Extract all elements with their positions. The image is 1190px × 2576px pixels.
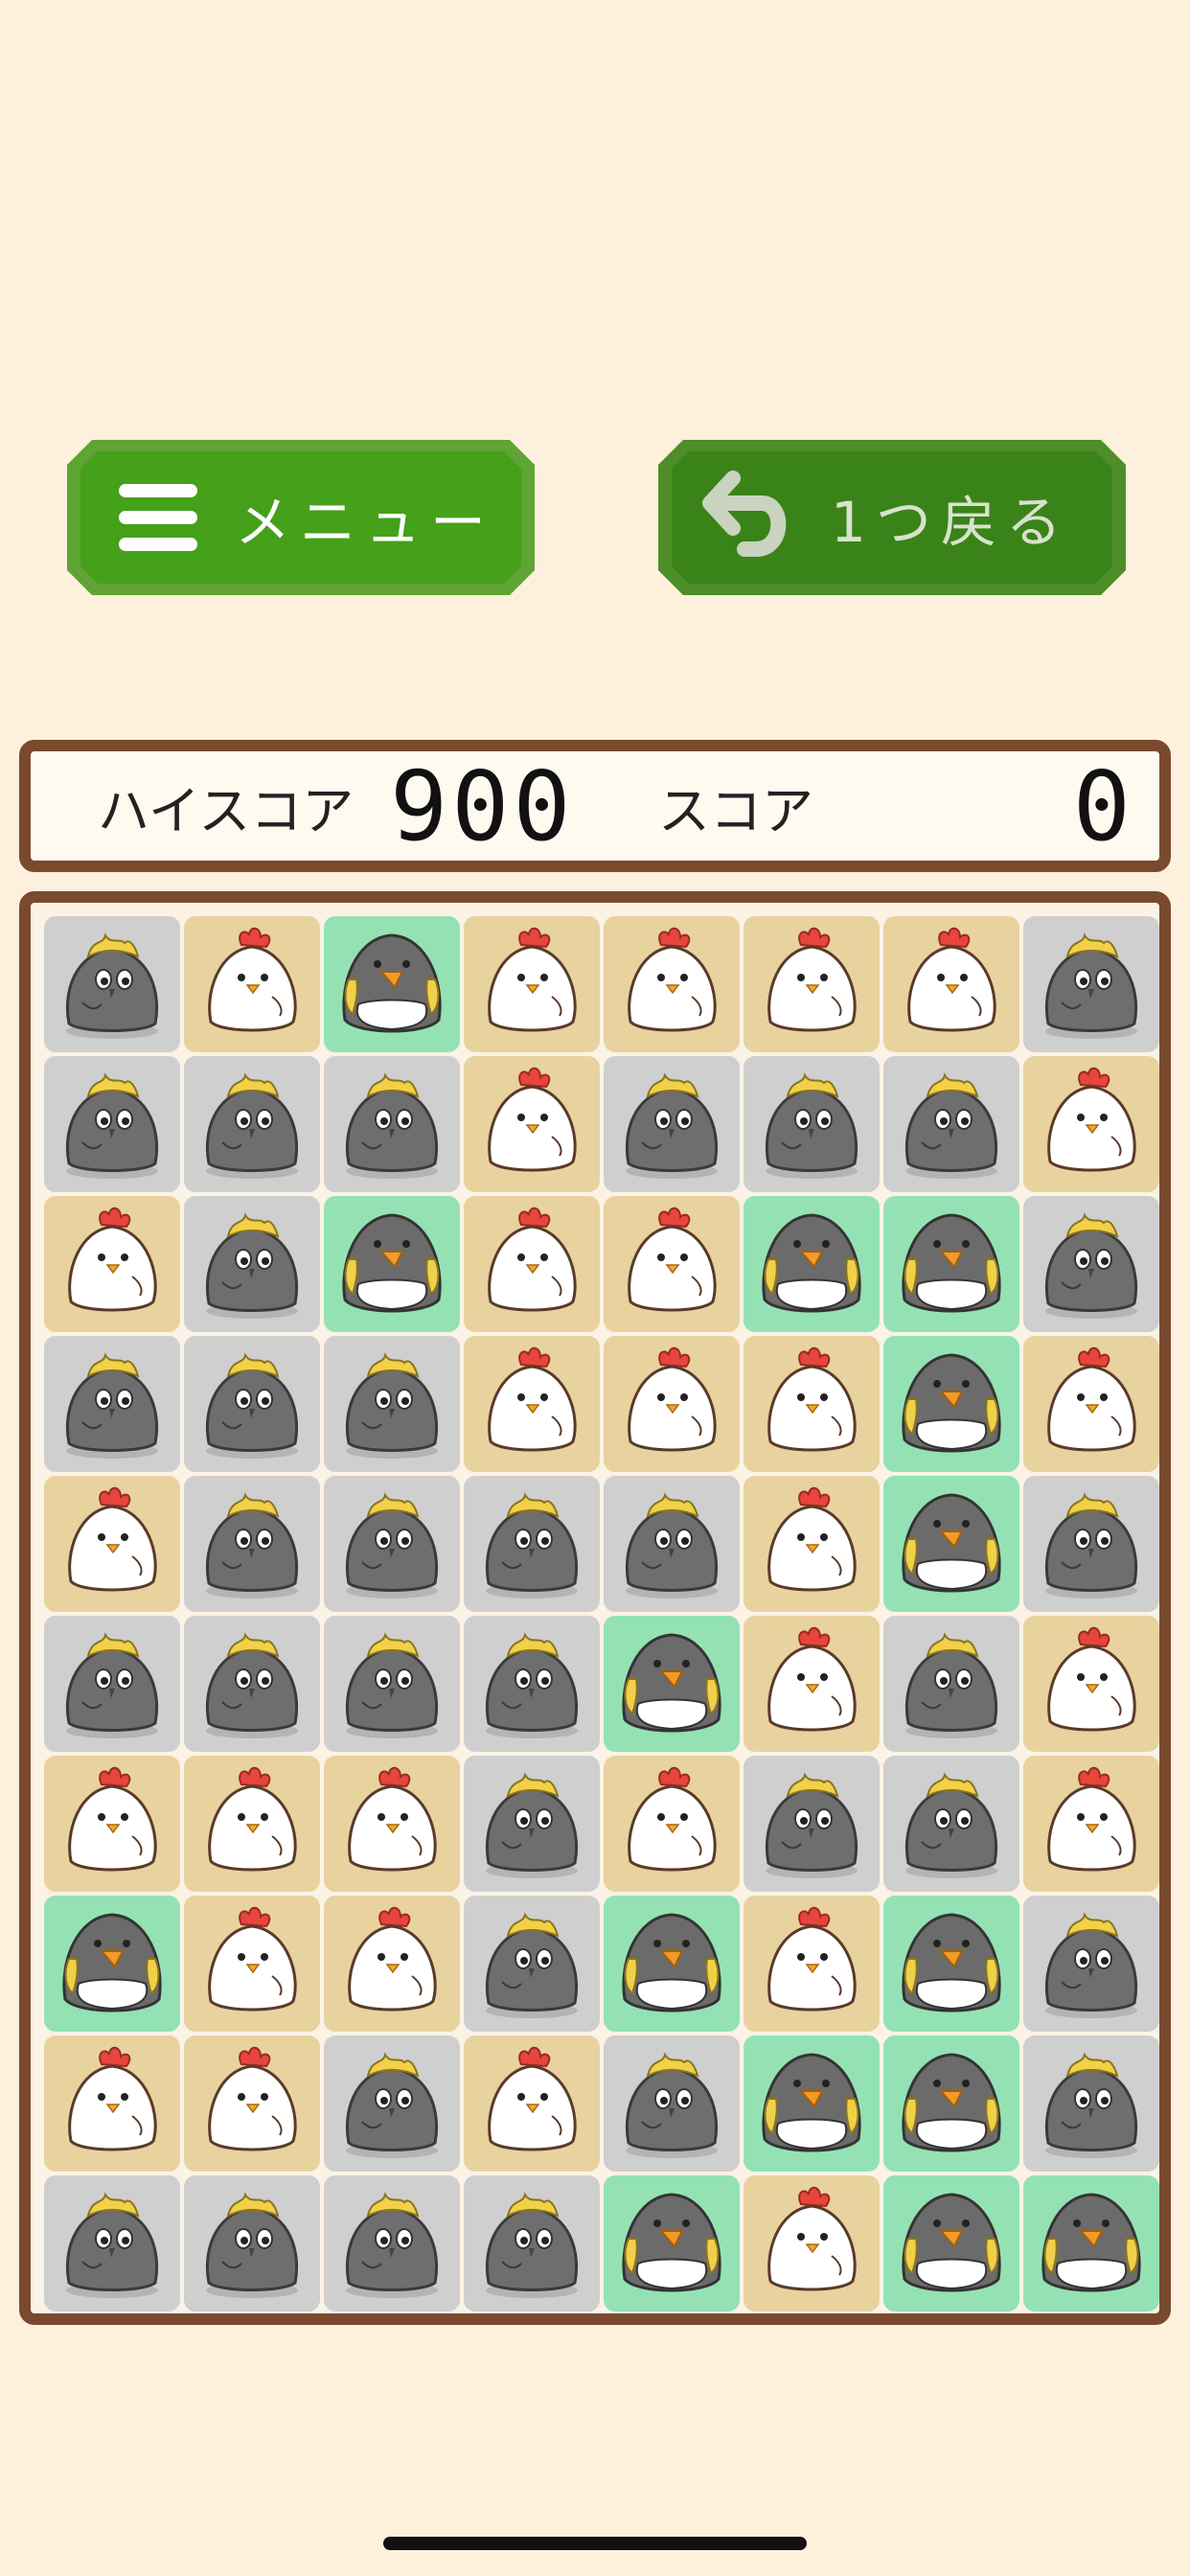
tile-penguin[interactable]: [744, 2036, 880, 2172]
tile-penguin[interactable]: [883, 1476, 1019, 1612]
tile-chicken[interactable]: [44, 1476, 180, 1612]
tile-penguin[interactable]: [883, 1336, 1019, 1472]
tile-penguin[interactable]: [883, 1196, 1019, 1332]
tile-pigeon[interactable]: [604, 1056, 740, 1192]
undo-arrow-icon: [697, 440, 802, 595]
tile-chicken[interactable]: [44, 1196, 180, 1332]
tile-chicken[interactable]: [464, 1196, 600, 1332]
tile-pigeon[interactable]: [604, 1476, 740, 1612]
tile-pigeon[interactable]: [324, 1616, 460, 1752]
tile-penguin[interactable]: [44, 1896, 180, 2032]
tile-pigeon[interactable]: [44, 2175, 180, 2312]
tile-chicken[interactable]: [744, 1336, 880, 1472]
tile-chicken[interactable]: [184, 1896, 320, 2032]
menu-button[interactable]: メニュー: [67, 440, 535, 595]
menu-button-label: メニュー: [235, 490, 496, 555]
tile-chicken[interactable]: [324, 1756, 460, 1892]
undo-button-label: 1つ戻る: [831, 490, 1071, 555]
tile-pigeon[interactable]: [1023, 1196, 1159, 1332]
tile-chicken[interactable]: [883, 916, 1019, 1052]
tile-chicken[interactable]: [604, 1756, 740, 1892]
tile-pigeon[interactable]: [44, 916, 180, 1052]
tile-pigeon[interactable]: [883, 1616, 1019, 1752]
tile-pigeon[interactable]: [744, 1056, 880, 1192]
tile-pigeon[interactable]: [44, 1336, 180, 1472]
tile-penguin[interactable]: [604, 1616, 740, 1752]
tile-pigeon[interactable]: [1023, 1896, 1159, 2032]
tile-chicken[interactable]: [1023, 1336, 1159, 1472]
tile-penguin[interactable]: [883, 2036, 1019, 2172]
tile-pigeon[interactable]: [883, 1756, 1019, 1892]
tile-penguin[interactable]: [604, 1896, 740, 2032]
tile-pigeon[interactable]: [464, 2175, 600, 2312]
tile-pigeon[interactable]: [324, 1336, 460, 1472]
undo-button[interactable]: 1つ戻る: [658, 440, 1126, 595]
tile-penguin[interactable]: [1023, 2175, 1159, 2312]
tile-chicken[interactable]: [1023, 1616, 1159, 1752]
tile-penguin[interactable]: [883, 1896, 1019, 2032]
home-indicator[interactable]: [383, 2537, 807, 2550]
tile-penguin[interactable]: [883, 2175, 1019, 2312]
tile-pigeon[interactable]: [44, 1616, 180, 1752]
tile-chicken[interactable]: [464, 1336, 600, 1472]
tile-pigeon[interactable]: [324, 1056, 460, 1192]
tile-chicken[interactable]: [184, 2036, 320, 2172]
tile-pigeon[interactable]: [184, 1196, 320, 1332]
tile-penguin[interactable]: [324, 916, 460, 1052]
tile-pigeon[interactable]: [1023, 1476, 1159, 1612]
tile-chicken[interactable]: [184, 1756, 320, 1892]
tile-pigeon[interactable]: [1023, 916, 1159, 1052]
tile-chicken[interactable]: [44, 1756, 180, 1892]
tile-penguin[interactable]: [604, 2175, 740, 2312]
tile-chicken[interactable]: [744, 1616, 880, 1752]
tile-pigeon[interactable]: [184, 1616, 320, 1752]
score-label: スコア: [658, 780, 813, 841]
tile-pigeon[interactable]: [464, 1616, 600, 1752]
tile-pigeon[interactable]: [604, 2036, 740, 2172]
tile-pigeon[interactable]: [184, 1056, 320, 1192]
tile-pigeon[interactable]: [324, 2175, 460, 2312]
tile-pigeon[interactable]: [464, 1896, 600, 2032]
tile-pigeon[interactable]: [44, 1056, 180, 1192]
tile-pigeon[interactable]: [883, 1056, 1019, 1192]
tile-chicken[interactable]: [464, 2036, 600, 2172]
tile-chicken[interactable]: [44, 2036, 180, 2172]
tile-pigeon[interactable]: [184, 1336, 320, 1472]
tile-chicken[interactable]: [744, 2175, 880, 2312]
tile-chicken[interactable]: [464, 1056, 600, 1192]
tile-chicken[interactable]: [604, 1196, 740, 1332]
tile-penguin[interactable]: [324, 1196, 460, 1332]
tile-chicken[interactable]: [604, 916, 740, 1052]
tile-chicken[interactable]: [184, 916, 320, 1052]
tile-pigeon[interactable]: [184, 2175, 320, 2312]
score-value: 0: [1072, 749, 1131, 862]
tile-pigeon[interactable]: [464, 1476, 600, 1612]
game-board: [19, 891, 1171, 2325]
tile-pigeon[interactable]: [324, 2036, 460, 2172]
tile-chicken[interactable]: [744, 1896, 880, 2032]
tile-chicken[interactable]: [744, 916, 880, 1052]
tile-chicken[interactable]: [744, 1476, 880, 1612]
tile-chicken[interactable]: [464, 916, 600, 1052]
tile-pigeon[interactable]: [1023, 2036, 1159, 2172]
tile-chicken[interactable]: [324, 1896, 460, 2032]
tile-pigeon[interactable]: [184, 1476, 320, 1612]
high-score-label: ハイスコア: [98, 780, 355, 841]
tile-pigeon[interactable]: [464, 1756, 600, 1892]
tile-pigeon[interactable]: [324, 1476, 460, 1612]
tile-pigeon[interactable]: [744, 1756, 880, 1892]
high-score-value: 900: [390, 749, 575, 862]
hamburger-icon: [115, 440, 201, 595]
tile-grid: [44, 916, 1159, 2312]
score-bar: ハイスコア 900 スコア 0: [19, 740, 1171, 872]
tile-chicken[interactable]: [1023, 1756, 1159, 1892]
tile-penguin[interactable]: [744, 1196, 880, 1332]
tile-chicken[interactable]: [1023, 1056, 1159, 1192]
tile-chicken[interactable]: [604, 1336, 740, 1472]
